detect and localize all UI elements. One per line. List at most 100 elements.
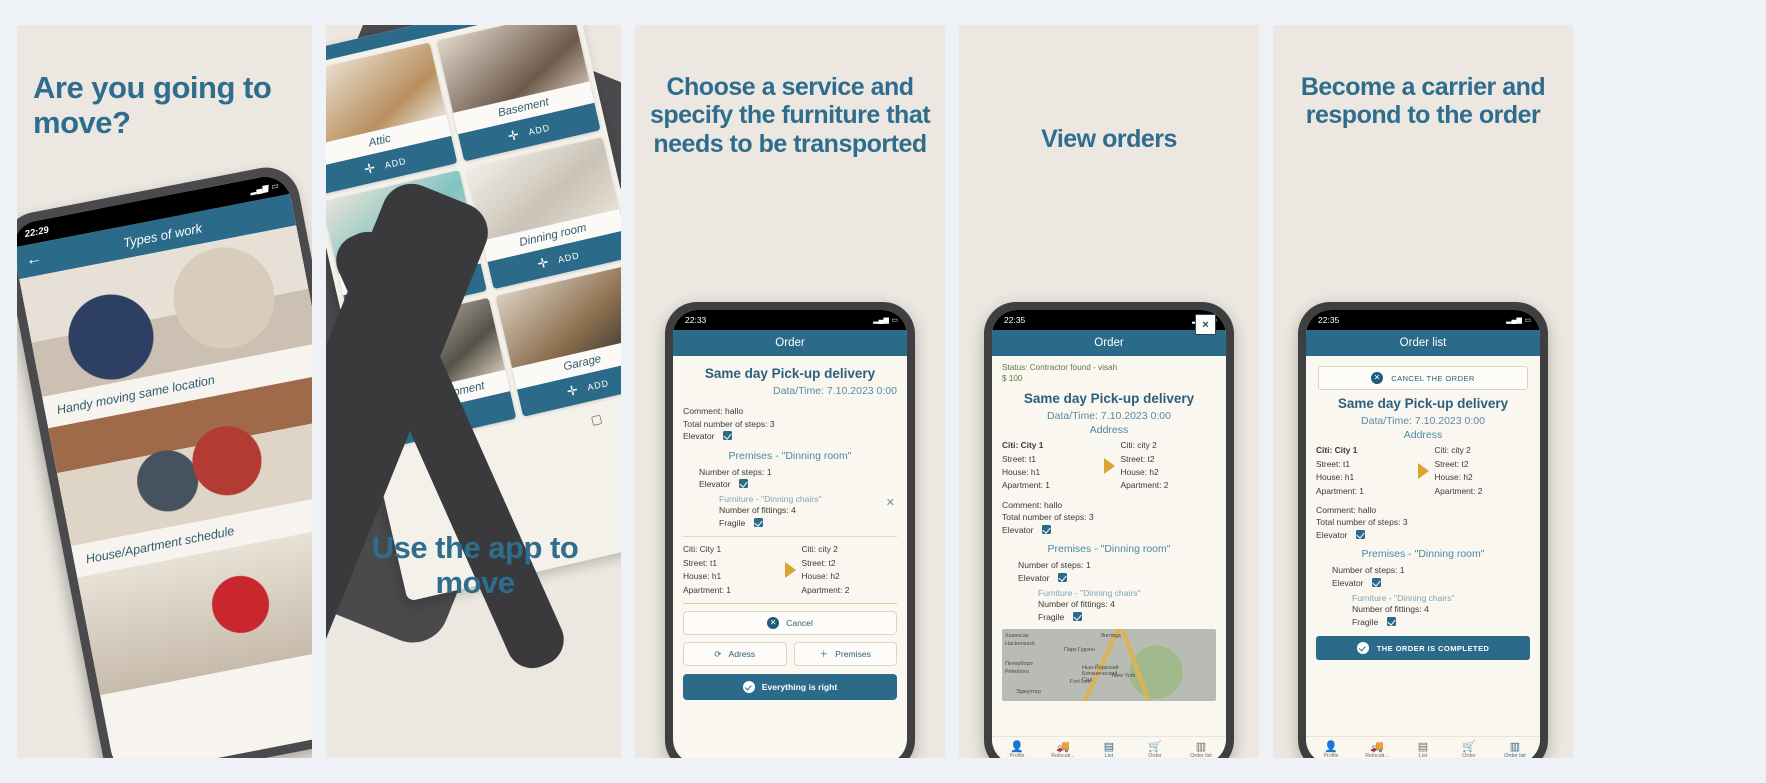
room-card-attic[interactable]: Attic ✛ ADD [326, 42, 457, 195]
nav-item-relocation[interactable]: 🚚 Relocati... [1355, 741, 1399, 758]
fragile-checkbox[interactable] [753, 517, 763, 527]
room-card-fitness-equipment[interactable]: Fitness equipment ✛ ADD [351, 297, 516, 451]
confirm-button[interactable]: Everything is right [683, 674, 897, 701]
truck-icon: 🚚 [1056, 740, 1070, 753]
address-to: Citi: city 2 Street: t2 House: h2 Apartm… [802, 543, 898, 597]
nav-item-profile[interactable]: 👤 Profile [995, 741, 1039, 758]
screenshot-gallery: Are you going to move? 22:29 ▂▄▆ ▭ ← Typ… [0, 0, 1766, 783]
phone-mockup-3: 22:33 ▂▄▆ ▭ Order Same day Pick-up deliv… [665, 302, 915, 758]
elevator-checkbox[interactable] [1041, 524, 1051, 534]
elevator-checkbox[interactable] [1057, 572, 1067, 582]
nav-label: Order list [1504, 753, 1526, 758]
app-bar: Order [673, 330, 907, 356]
completed-label: THE ORDER IS COMPLETED [1376, 643, 1490, 653]
fragile-checkbox[interactable] [1072, 611, 1082, 621]
elevator-checkbox[interactable] [738, 479, 748, 488]
elevator-checkbox[interactable] [1371, 577, 1381, 587]
phone-screen-1: 22:29 ▂▄▆ ▭ ← Types of work Handy moving… [17, 172, 312, 758]
room-card-bedroom[interactable]: Bedroom ✛ ADD [326, 170, 487, 323]
divider [683, 603, 897, 605]
phone-mockup-1: 22:29 ▂▄▆ ▭ ← Types of work Handy moving… [17, 161, 312, 758]
room-card-garage[interactable]: Garage ✛ ADD [494, 264, 621, 417]
premises-steps: Number of steps: 1 [1332, 565, 1405, 576]
nav-label: Profile [1323, 753, 1339, 758]
rooms-grid: Attic ✛ ADD Basement ✛ ADD Bedroom ✛ ADD… [326, 25, 621, 457]
furniture-fragile-row: Fragile [683, 517, 897, 529]
premises-heading: Premises - "Dinning room" [728, 449, 852, 462]
cart-icon: 🛒 [1148, 740, 1162, 753]
status-icons: ▂▄▆ ▭ [873, 316, 898, 324]
status-clock: 22:35 [1318, 315, 1340, 325]
elevator-checkbox[interactable] [722, 431, 732, 441]
map-label: Парк Гудзон [1064, 647, 1095, 654]
cancel-button[interactable]: ✕ Cancel [683, 611, 897, 636]
plus-icon: ✛ [392, 287, 408, 305]
premises-button[interactable]: ＋ Premises [793, 642, 897, 667]
battery-icon: ▭ [891, 317, 898, 324]
nav-item-order[interactable]: 🛒 Order [1447, 741, 1491, 758]
nav-item-relocation[interactable]: 🚚 Relocati... [1041, 741, 1085, 758]
profile-icon: 👤 [1010, 740, 1024, 753]
order-completed-button[interactable]: THE ORDER IS COMPLETED [1316, 636, 1530, 661]
street-value: Street: t1 [1316, 458, 1350, 469]
nav-item-order-list[interactable]: ▥ Order list [1493, 741, 1537, 758]
phone-mockup-5: 22:35 ▂▄▆ ▭ Order list ✕ CANCEL THE ORDE… [1298, 302, 1548, 758]
plus-icon: ✛ [535, 254, 551, 272]
elevator-checkbox[interactable] [1355, 529, 1365, 539]
cancel-order-button[interactable]: ✕ CANCEL THE ORDER [1318, 366, 1528, 390]
premises-elevator-row: Elevator [683, 478, 897, 490]
close-dialog-button[interactable]: × [1195, 314, 1216, 335]
secondary-button-row: ⟳ Adress ＋ Premises [683, 635, 897, 667]
arrow-right-icon [784, 562, 796, 579]
premises-elevator-row: Elevator [1002, 572, 1216, 584]
arrow-right-icon [1103, 458, 1115, 475]
phone-screen-3: 22:33 ▂▄▆ ▭ Order Same day Pick-up deliv… [673, 310, 907, 758]
premises-steps: Number of steps: 1 [699, 466, 772, 477]
copy-icon[interactable]: ▢ [589, 411, 603, 427]
list-icon: ▤ [1417, 740, 1429, 753]
menu-icon[interactable]: ☰ [444, 445, 458, 461]
order-elevator-row: Elevator [683, 430, 897, 442]
apartment-value: Apartment: 2 [1434, 485, 1483, 496]
address-button[interactable]: ⟳ Adress [683, 642, 787, 667]
city-value: Citi: City 1 [1002, 440, 1044, 451]
house-value: House: h1 [1002, 467, 1041, 478]
nav-item-order[interactable]: 🛒 Order [1133, 741, 1177, 758]
nav-item-order-list[interactable]: ▥ Order list [1179, 741, 1223, 758]
premises-label: Premises [835, 649, 871, 660]
nav-label: Order [1462, 753, 1476, 758]
order-datetime: Data/Time: 7.10.2023 0:00 [1361, 415, 1485, 428]
address-row: Citi: City 1 Street: t1 House: h1 Apartm… [683, 536, 897, 597]
nav-label: Profile [1009, 753, 1025, 758]
elevator-label: Elevator [699, 479, 731, 489]
elevator-label: Elevator [1002, 524, 1034, 535]
panel-4-headline: View orders [1041, 125, 1177, 153]
plus-icon: ✛ [362, 159, 378, 178]
room-card-dinning-room[interactable]: Dinning room ✛ ADD [465, 136, 621, 290]
route-map[interactable]: Хакенсак Hackensack Петерборо Peterboro … [1002, 629, 1216, 702]
app-bar-title: Order list [1399, 337, 1447, 349]
elevator-label: Elevator [1332, 577, 1364, 588]
nav-item-list[interactable]: ▤ List [1401, 741, 1445, 758]
apartment-value: Apartment: 1 [1316, 485, 1364, 496]
app-bar-title: Order [1094, 337, 1124, 349]
apartment-value: Apartment: 2 [801, 584, 850, 595]
plus-icon: ✛ [506, 126, 522, 144]
cancel-label: Cancel [786, 618, 813, 629]
order-list-detail: ✕ CANCEL THE ORDER Same day Pick-up deli… [1306, 356, 1540, 736]
premises-steps: Number of steps: 1 [1018, 560, 1091, 571]
room-card-basement[interactable]: Basement ✛ ADD [435, 25, 601, 162]
nav-item-profile[interactable]: 👤 Profile [1309, 741, 1353, 758]
nav-item-list[interactable]: ▤ List [1087, 741, 1131, 758]
order-form: Same day Pick-up delivery Data/Time: 7.1… [673, 356, 907, 758]
fragile-checkbox[interactable] [1386, 616, 1396, 626]
status-icons: ▂▄▆ ▭ [1506, 316, 1531, 324]
bottom-nav-4: 👤 Profile 🚚 Relocati... ▤ List 🛒 Order ▥… [992, 735, 1226, 758]
camera-notch [1386, 310, 1460, 330]
street-value: Street: t1 [1002, 453, 1036, 464]
close-x-icon[interactable]: ✕ [886, 496, 895, 509]
close-circle-icon: ✕ [1371, 372, 1384, 384]
refresh-icon: ⟳ [714, 648, 722, 659]
fragile-label: Fragile [719, 517, 746, 528]
status-bar: 22:35 ▂▄▆ ▭ [992, 310, 1226, 330]
